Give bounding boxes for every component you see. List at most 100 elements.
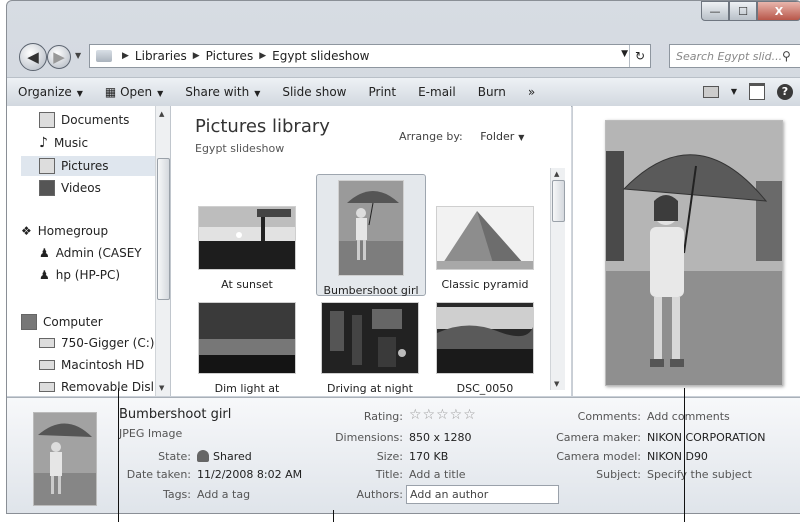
- date-taken-value[interactable]: 11/2/2008 8:02 AM: [197, 468, 302, 481]
- arrange-value: Folder: [480, 130, 515, 143]
- forward-arrow-icon: ▶: [53, 48, 65, 66]
- thumbnail-image: [198, 206, 296, 270]
- thumbnail-item-selected[interactable]: Bumbershoot girl: [316, 174, 426, 297]
- nav-label: Macintosh HD: [61, 358, 145, 372]
- nav-item-macintosh-hd[interactable]: Macintosh HD: [39, 358, 144, 372]
- thumbnail-item[interactable]: At sunset: [197, 206, 297, 291]
- nav-label: Pictures: [61, 159, 109, 173]
- nav-label: Computer: [43, 315, 103, 329]
- breadcrumb-separator-icon: ▶: [192, 51, 200, 61]
- view-dropdown-icon[interactable]: ▼: [731, 87, 737, 96]
- size-label: Size:: [376, 450, 403, 463]
- nav-item-admin[interactable]: ♟ Admin (CASEY: [39, 246, 142, 260]
- organize-button[interactable]: Organize ▼: [7, 85, 94, 99]
- refresh-icon[interactable]: ↻: [629, 45, 650, 67]
- file-name: Bumbershoot girl: [119, 407, 232, 422]
- camera-maker-label: Camera maker:: [556, 431, 641, 444]
- thumbnail-item[interactable]: Dim light at: [197, 302, 297, 395]
- camera-model-label: Camera model:: [556, 450, 641, 463]
- comments-label: Comments:: [577, 410, 641, 423]
- nav-label: Homegroup: [37, 224, 109, 238]
- chevron-down-icon: ▼: [518, 133, 525, 142]
- back-button[interactable]: ◀: [19, 43, 47, 71]
- open-label: Open: [120, 85, 153, 99]
- breadcrumb-pictures[interactable]: Pictures: [206, 49, 254, 63]
- breadcrumb-separator-icon: ▶: [122, 51, 129, 61]
- arrange-by-dropdown[interactable]: Folder ▼: [480, 130, 524, 143]
- search-input[interactable]: Search Egypt slid... ⚲: [669, 44, 800, 68]
- nav-label: Documents: [61, 113, 130, 127]
- subject-value[interactable]: Specify the subject: [647, 468, 752, 481]
- forward-button[interactable]: ▶: [47, 45, 71, 69]
- state-label: State:: [158, 450, 191, 463]
- thumbnail-caption: At sunset: [221, 278, 273, 291]
- recent-pages-dropdown[interactable]: ▼: [75, 51, 81, 60]
- slide-show-button[interactable]: Slide show: [271, 85, 357, 99]
- scroll-up-icon[interactable]: ▲: [159, 110, 164, 118]
- title-value[interactable]: Add a title: [409, 468, 466, 481]
- breadcrumb-egypt-slideshow[interactable]: Egypt slideshow: [272, 49, 369, 63]
- nav-item-videos[interactable]: Videos: [39, 180, 101, 196]
- nav-item-music[interactable]: ♪ Music: [39, 135, 88, 151]
- change-view-icon[interactable]: [702, 85, 719, 98]
- title-label: Title:: [375, 468, 403, 481]
- explorer-window: — ☐ X ◀ ▶ ▼ ▶ Libraries ▶ Pictures ▶ Egy…: [6, 0, 800, 514]
- file-list-scroll-thumb[interactable]: [552, 180, 565, 222]
- authors-input[interactable]: Add an author: [406, 485, 559, 504]
- close-button[interactable]: X: [757, 1, 800, 21]
- thumbnail-caption: DSC_0050: [456, 382, 514, 395]
- caption-buttons: — ☐ X: [701, 1, 800, 25]
- thumbnail-item[interactable]: DSC_0050: [435, 302, 535, 395]
- open-icon: ▦: [104, 85, 121, 99]
- removable-drive-icon: [39, 382, 55, 392]
- help-icon[interactable]: ?: [777, 83, 793, 100]
- nav-item-drive-c[interactable]: 750-Gigger (C:): [39, 336, 154, 350]
- nav-item-hp[interactable]: ♟ hp (HP-PC): [39, 268, 120, 282]
- nav-label: 750-Gigger (C:): [61, 336, 155, 350]
- email-button[interactable]: E-mail: [407, 85, 467, 99]
- preview-pane-icon[interactable]: [749, 83, 765, 100]
- burn-button[interactable]: Burn: [467, 85, 517, 99]
- nav-item-homegroup[interactable]: ❖ Homegroup: [21, 224, 108, 238]
- toolbar-right: ▼ ?: [702, 83, 793, 100]
- thumbnail-item[interactable]: Driving at night: [316, 302, 424, 395]
- maximize-button[interactable]: ☐: [729, 1, 757, 21]
- minimize-button[interactable]: —: [701, 1, 729, 21]
- open-button[interactable]: ▦ Open ▼: [94, 85, 174, 99]
- comments-value[interactable]: Add comments: [647, 410, 730, 423]
- address-dropdown-icon[interactable]: ▼: [621, 49, 628, 59]
- nav-label: Music: [53, 136, 89, 150]
- scroll-down-icon[interactable]: ▼: [554, 380, 559, 388]
- file-list-scrollbar[interactable]: ▲ ▼: [550, 168, 565, 390]
- library-subtitle[interactable]: Egypt slideshow: [195, 142, 284, 155]
- nav-label: Admin (CASEY: [55, 246, 142, 260]
- thumbnail-image: [321, 302, 419, 374]
- preview-pane: [572, 106, 800, 396]
- user-icon: ♟: [39, 246, 50, 260]
- camera-model-value[interactable]: NIKON D90: [647, 450, 708, 463]
- nav-item-computer[interactable]: Computer: [21, 314, 103, 330]
- tags-value[interactable]: Add a tag: [197, 488, 250, 501]
- pictures-icon: [39, 158, 55, 174]
- nav-item-removable-disk[interactable]: Removable Disl: [39, 380, 154, 394]
- search-icon[interactable]: ⚲: [782, 49, 800, 63]
- address-bar[interactable]: ▶ Libraries ▶ Pictures ▶ Egypt slideshow…: [89, 44, 651, 68]
- file-type: JPEG Image: [119, 427, 183, 440]
- camera-maker-value[interactable]: NIKON CORPORATION: [647, 431, 765, 444]
- share-with-button[interactable]: Share with ▼: [174, 85, 271, 99]
- nav-item-documents[interactable]: Documents: [39, 112, 129, 128]
- breadcrumb-libraries[interactable]: Libraries: [135, 49, 187, 63]
- nav-item-pictures[interactable]: Pictures: [21, 156, 170, 176]
- scroll-down-icon[interactable]: ▼: [159, 384, 164, 392]
- scroll-up-icon[interactable]: ▲: [554, 170, 559, 178]
- details-pane: Bumbershoot girl JPEG Image State: Share…: [7, 397, 800, 513]
- more-commands-button[interactable]: »: [517, 85, 546, 99]
- print-button[interactable]: Print: [357, 85, 407, 99]
- nav-scrollbar[interactable]: ▲ ▼: [155, 106, 170, 396]
- subject-label: Subject:: [596, 468, 641, 481]
- dimensions-label: Dimensions:: [335, 431, 403, 444]
- homegroup-icon: ❖: [21, 224, 32, 238]
- rating-stars[interactable]: ☆☆☆☆☆: [409, 407, 477, 423]
- thumbnail-item[interactable]: Classic pyramid: [435, 206, 535, 291]
- nav-scroll-thumb[interactable]: [157, 158, 170, 300]
